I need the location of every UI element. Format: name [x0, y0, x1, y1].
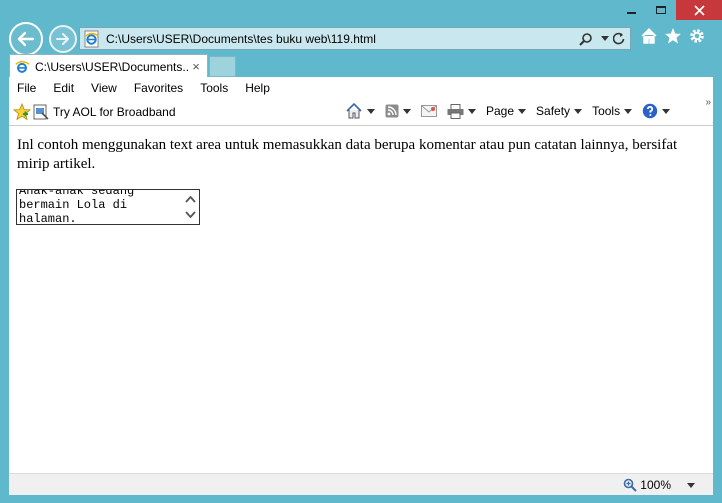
maximize-icon — [656, 6, 666, 14]
window-controls — [616, 0, 722, 22]
close-button[interactable] — [676, 0, 722, 20]
feeds-button[interactable] — [385, 104, 411, 118]
url-text[interactable]: C:\Users\USER\Documents\tes buku web\119… — [106, 32, 579, 46]
print-button[interactable] — [447, 103, 476, 119]
help-icon — [642, 103, 658, 119]
zoom-icon — [623, 478, 638, 492]
status-bar: 100% — [9, 473, 713, 495]
page-menu-button[interactable]: Page — [486, 104, 527, 118]
minimize-icon — [626, 12, 636, 14]
address-dropdown-icon[interactable] — [601, 36, 609, 41]
safety-menu-button[interactable]: Safety — [536, 104, 583, 118]
menu-bar: File Edit View Favorites Tools Help — [9, 77, 713, 99]
menu-item-favorites[interactable]: Favorites — [134, 81, 183, 95]
ie-page-icon — [84, 30, 99, 47]
tab-title: C:\Users\USER\Documents... — [35, 59, 189, 74]
home-icon[interactable] — [640, 27, 658, 45]
tools-menu-label: Tools — [592, 104, 621, 118]
intro-paragraph: Inl contoh menggunakan text area untuk m… — [17, 137, 678, 172]
chevron-down-icon — [574, 108, 583, 114]
gear-icon[interactable] — [688, 27, 706, 45]
more-commands-icon[interactable]: » — [705, 97, 711, 108]
scroll-arrows-icon — [185, 196, 196, 218]
page-menu-label: Page — [486, 104, 515, 118]
chevron-down-icon — [367, 108, 375, 114]
chevron-down-icon — [403, 108, 411, 114]
rss-feed-icon — [385, 104, 399, 118]
star-icon[interactable] — [664, 27, 682, 45]
search-icon[interactable] — [579, 32, 593, 46]
textarea-scrollbar[interactable] — [182, 190, 199, 224]
mail-button[interactable] — [421, 105, 437, 117]
menu-item-edit[interactable]: Edit — [53, 81, 74, 95]
address-bar[interactable]: C:\Users\USER\Documents\tes buku web\119… — [79, 27, 631, 50]
chevron-down-icon — [624, 108, 633, 114]
home-icon — [346, 103, 362, 119]
home-menu-button[interactable] — [345, 103, 375, 119]
command-bar: Try AOL for Broadband Page Safety Tools … — [9, 97, 713, 125]
forward-button[interactable] — [49, 25, 77, 53]
zoom-control[interactable]: 100% — [623, 478, 695, 492]
close-icon — [693, 4, 705, 16]
browser-toolbar-icons — [640, 27, 706, 45]
back-arrow-icon — [17, 31, 35, 47]
tab-close-icon[interactable]: × — [189, 59, 203, 74]
aol-link-icon — [33, 104, 49, 120]
menu-item-view[interactable]: View — [91, 81, 117, 95]
tools-menu-button[interactable]: Tools — [592, 104, 633, 118]
try-aol-link[interactable]: Try AOL for Broadband — [53, 105, 176, 119]
chevron-down-icon — [468, 108, 476, 114]
favorites-bar: Try AOL for Broadband — [9, 103, 176, 121]
help-menu-button[interactable] — [642, 103, 671, 119]
page-content: Inl contoh menggunakan text area untuk m… — [9, 125, 713, 473]
textarea-text[interactable]: Anak-anak sedang bermain Lola di halaman… — [19, 190, 179, 224]
safety-menu-label: Safety — [536, 104, 571, 118]
maximize-button[interactable] — [646, 0, 676, 20]
chevron-down-icon — [662, 108, 671, 114]
chevron-down-icon — [518, 108, 527, 114]
zoom-level: 100% — [640, 478, 671, 492]
browser-tab[interactable]: C:\Users\USER\Documents... × — [9, 54, 208, 78]
minimize-button[interactable] — [616, 0, 646, 20]
refresh-icon[interactable] — [613, 32, 625, 45]
mail-icon — [421, 105, 437, 117]
ie-tab-icon — [15, 60, 30, 73]
menu-item-tools[interactable]: Tools — [200, 81, 228, 95]
browser-chrome: File Edit View Favorites Tools Help Try … — [9, 77, 713, 125]
printer-icon — [447, 103, 464, 119]
back-button[interactable] — [9, 22, 43, 56]
comment-textarea[interactable]: Anak-anak sedang bermain Lola di halaman… — [16, 189, 200, 225]
favorites-star-icon[interactable] — [13, 103, 31, 121]
forward-arrow-icon — [56, 33, 69, 45]
menu-item-file[interactable]: File — [17, 81, 36, 95]
command-bar-buttons: Page Safety Tools — [345, 103, 680, 119]
new-tab-button[interactable] — [209, 56, 236, 77]
chevron-down-icon — [687, 482, 695, 488]
menu-item-help[interactable]: Help — [245, 81, 270, 95]
